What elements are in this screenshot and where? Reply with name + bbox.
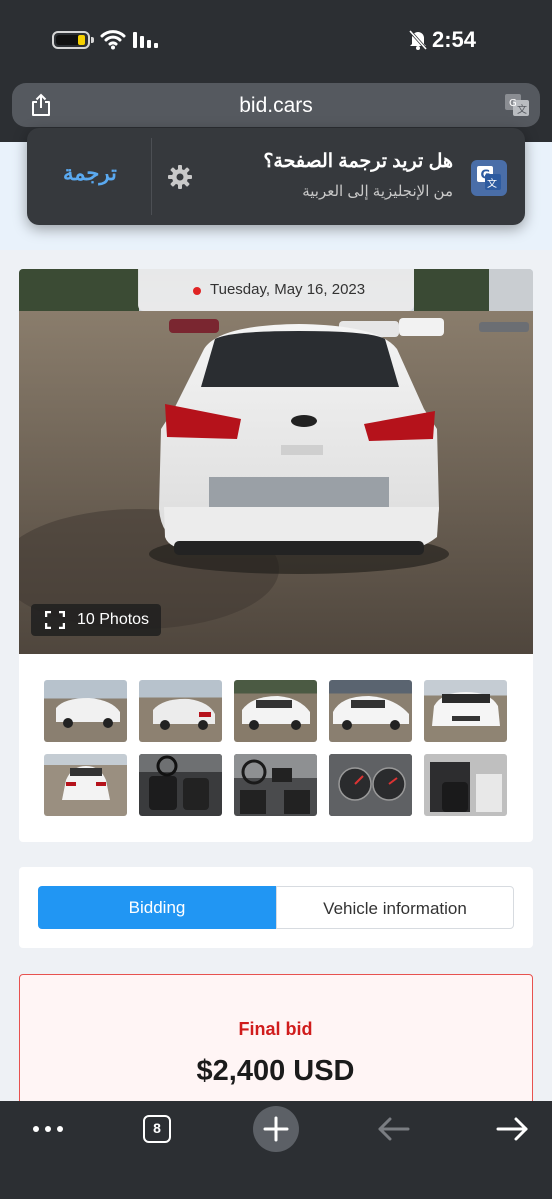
details-tabs-card: Bidding Vehicle information — [19, 867, 533, 948]
status-bar: 2:54 — [0, 26, 552, 56]
banner-divider — [151, 138, 152, 215]
svg-text:文: 文 — [487, 177, 497, 190]
translate-icon[interactable]: G 文 — [504, 93, 530, 117]
gallery-card: Tuesday, May 16, 2023 10 Photos — [19, 269, 533, 842]
more-button[interactable] — [18, 1101, 78, 1157]
tabs-button[interactable]: 8 — [128, 1101, 188, 1157]
translate-question: هل تريد ترجمة الصفحة؟ — [263, 151, 453, 172]
status-time: 2:54 — [432, 27, 477, 52]
final-bid-label: Final bid — [238, 1019, 313, 1039]
tab-vehicle-information[interactable]: Vehicle information — [276, 886, 514, 929]
arrow-right-icon — [496, 1117, 528, 1141]
thumbnail-9[interactable] — [329, 754, 412, 816]
translate-action-button[interactable]: ترجمة — [63, 161, 117, 186]
final-bid-card: Final bid $2,400 USD — [19, 974, 533, 1114]
fullscreen-icon — [45, 611, 65, 629]
thumbnail-3[interactable] — [234, 680, 317, 742]
battery-icon — [52, 31, 94, 49]
browser-chrome-top: 2:54 bid.cars G 文 — [0, 0, 552, 142]
thumbnail-10[interactable] — [424, 754, 507, 816]
final-bid-amount: $2,400 USD — [196, 1055, 355, 1087]
photo-date-pill: Tuesday, May 16, 2023 — [138, 269, 414, 311]
new-tab-button[interactable] — [246, 1101, 306, 1157]
url-text[interactable]: bid.cars — [12, 94, 540, 118]
thumbnail-7[interactable] — [139, 754, 222, 816]
gear-icon[interactable] — [167, 164, 193, 190]
google-translate-icon: G 文 — [471, 160, 507, 196]
browser-toolbar: 8 — [0, 1101, 552, 1199]
photo-date: Tuesday, May 16, 2023 — [210, 281, 366, 298]
view-all-photos-button[interactable]: 10 Photos — [31, 604, 161, 636]
live-dot — [193, 287, 201, 295]
address-bar[interactable]: bid.cars G 文 — [12, 83, 540, 127]
thumbnail-2[interactable] — [139, 680, 222, 742]
thumbnail-1[interactable] — [44, 680, 127, 742]
thumbnail-5[interactable] — [424, 680, 507, 742]
svg-text:G: G — [509, 98, 517, 109]
svg-text:文: 文 — [517, 103, 527, 116]
plus-icon — [263, 1116, 289, 1142]
bell-muted-icon — [408, 30, 428, 50]
thumbnail-4[interactable] — [329, 680, 412, 742]
tab-bidding[interactable]: Bidding — [38, 886, 276, 929]
main-photo[interactable]: Tuesday, May 16, 2023 10 Photos — [19, 269, 533, 654]
thumbnail-6[interactable] — [44, 754, 127, 816]
more-dots-icon — [33, 1126, 63, 1132]
tab-count-badge: 8 — [143, 1115, 171, 1143]
translate-banner: ترجمة هل تريد ترجمة الصفحة؟ من الإنجليزي… — [27, 128, 525, 225]
thumbnail-grid — [44, 680, 514, 820]
back-button[interactable] — [364, 1101, 424, 1157]
wifi-icon — [100, 30, 126, 50]
photos-count-label: 10 Photos — [77, 611, 150, 628]
cellular-signal-icon — [133, 32, 158, 48]
arrow-left-icon — [378, 1117, 410, 1141]
translate-languages: من الإنجليزية إلى العربية — [302, 183, 453, 200]
forward-button[interactable] — [482, 1101, 542, 1157]
thumbnail-8[interactable] — [234, 754, 317, 816]
